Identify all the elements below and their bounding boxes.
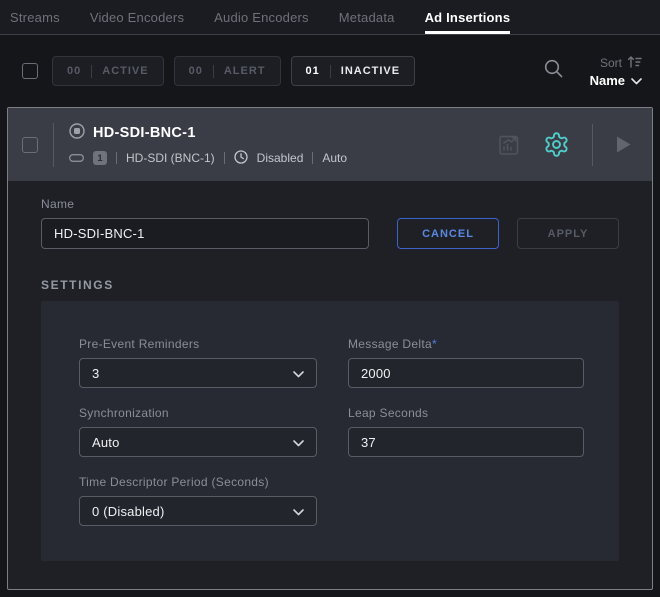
divider <box>91 65 92 78</box>
filter-toolbar: 00 ACTIVE 00 ALERT 01 INACTIVE Sort <box>0 35 660 107</box>
filter-inactive-button[interactable]: 01 INACTIVE <box>291 56 416 86</box>
divider <box>53 123 54 167</box>
tab-streams[interactable]: Streams <box>10 0 60 34</box>
device-mode: Auto <box>322 151 347 165</box>
device-meta-row: 1 HD-SDI (BNC-1) Disabled Auto <box>69 150 347 167</box>
synchronization-field: Synchronization Auto <box>79 406 317 457</box>
top-tab-bar: Streams Video Encoders Audio Encoders Me… <box>0 0 660 35</box>
leap-seconds-input[interactable]: 37 <box>348 427 584 457</box>
device-card-header: HD-SDI-BNC-1 1 HD-SDI (BNC-1) Disabled <box>8 108 652 181</box>
settings-panel: Pre-Event Reminders 3 Message Delta* 200… <box>41 301 619 561</box>
filter-alert-button[interactable]: 00 ALERT <box>174 56 281 86</box>
tab-audio-encoders[interactable]: Audio Encoders <box>214 0 309 34</box>
settings-gear-icon[interactable] <box>543 131 570 158</box>
chevron-down-icon <box>293 504 304 519</box>
divider <box>312 152 313 164</box>
settings-heading: SETTINGS <box>41 278 619 292</box>
select-all-checkbox[interactable] <box>22 63 38 79</box>
message-delta-label: Message Delta <box>348 337 432 351</box>
stats-chart-icon <box>497 133 521 157</box>
name-field-label: Name <box>41 197 619 211</box>
tab-metadata[interactable]: Metadata <box>339 0 395 34</box>
divider <box>224 152 225 164</box>
chevron-down-icon <box>631 73 642 88</box>
status-filter-group: 00 ACTIVE 00 ALERT 01 INACTIVE <box>52 56 415 86</box>
sort-control[interactable]: Sort Name <box>590 55 642 88</box>
leap-seconds-label: Leap Seconds <box>348 406 584 420</box>
cancel-button[interactable]: CANCEL <box>397 218 499 249</box>
divider <box>213 65 214 78</box>
chevron-down-icon <box>293 435 304 450</box>
inactive-count: 01 <box>306 65 320 77</box>
message-delta-input[interactable]: 2000 <box>348 358 584 388</box>
name-input[interactable]: HD-SDI-BNC-1 <box>41 218 369 249</box>
device-actions <box>497 124 632 166</box>
pre-event-reminders-select[interactable]: 3 <box>79 358 317 388</box>
divider <box>116 152 117 164</box>
slot-number-badge: 1 <box>93 151 107 165</box>
leap-seconds-field: Leap Seconds 37 <box>348 406 584 457</box>
filter-active-button[interactable]: 00 ACTIVE <box>52 56 164 86</box>
sort-label: Sort <box>600 56 622 70</box>
device-title-block: HD-SDI-BNC-1 1 HD-SDI (BNC-1) Disabled <box>69 123 347 167</box>
blade-icon <box>69 151 84 165</box>
record-stop-icon <box>69 123 85 144</box>
alert-label: ALERT <box>224 65 266 77</box>
time-descriptor-period-select[interactable]: 0 (Disabled) <box>79 496 317 526</box>
device-card: HD-SDI-BNC-1 1 HD-SDI (BNC-1) Disabled <box>7 107 653 590</box>
search-icon <box>543 66 564 83</box>
play-icon[interactable] <box>615 135 632 154</box>
synchronization-label: Synchronization <box>79 406 317 420</box>
tab-video-encoders[interactable]: Video Encoders <box>90 0 184 34</box>
chevron-down-icon <box>293 366 304 381</box>
device-card-body: Name HD-SDI-BNC-1 CANCEL APPLY SETTINGS … <box>8 181 652 561</box>
divider <box>330 65 331 78</box>
apply-button[interactable]: APPLY <box>517 218 619 249</box>
tab-ad-insertions[interactable]: Ad Insertions <box>425 0 511 34</box>
inactive-label: INACTIVE <box>341 65 400 77</box>
device-checkbox[interactable] <box>22 137 38 153</box>
message-delta-field: Message Delta* 2000 <box>348 337 584 388</box>
alert-count: 00 <box>189 65 203 77</box>
device-interface: HD-SDI (BNC-1) <box>126 151 215 165</box>
clock-icon <box>234 150 248 167</box>
search-button[interactable] <box>539 54 568 88</box>
time-descriptor-period-field: Time Descriptor Period (Seconds) 0 (Disa… <box>79 475 317 526</box>
divider <box>592 124 593 166</box>
device-name: HD-SDI-BNC-1 <box>93 125 196 141</box>
time-descriptor-period-label: Time Descriptor Period (Seconds) <box>79 475 317 489</box>
pre-event-reminders-label: Pre-Event Reminders <box>79 337 317 351</box>
schedule-status: Disabled <box>257 151 304 165</box>
pre-event-reminders-field: Pre-Event Reminders 3 <box>79 337 317 388</box>
synchronization-select[interactable]: Auto <box>79 427 317 457</box>
active-label: ACTIVE <box>102 65 148 77</box>
active-count: 00 <box>67 65 81 77</box>
sort-ascending-icon <box>627 55 642 71</box>
required-marker: * <box>432 337 437 351</box>
sort-value: Name <box>590 73 625 88</box>
